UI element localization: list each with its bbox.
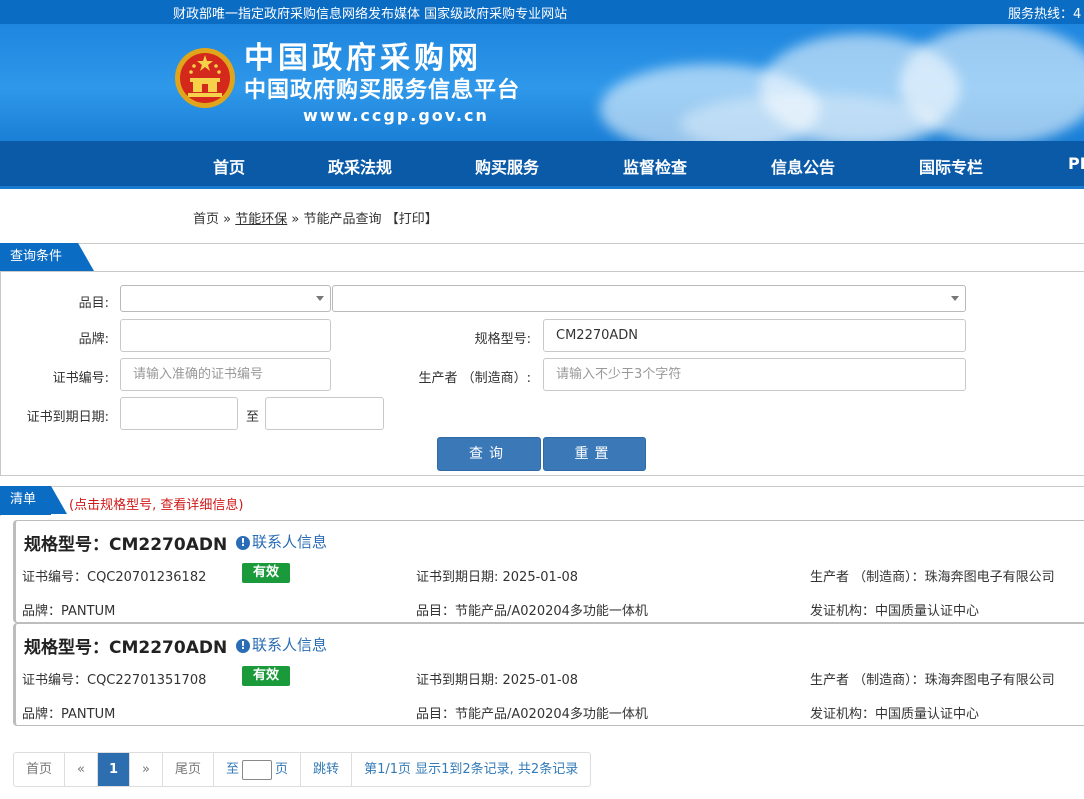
page-jump-button[interactable]: 跳转 [301, 753, 353, 786]
cert-no-label: 证书编号: [52, 371, 109, 386]
expiry-to-input[interactable] [265, 397, 384, 430]
page-goto-suffix: 页 [275, 762, 289, 777]
chevron-down-icon [316, 296, 324, 301]
nav-item-regulations[interactable]: 政采法规 [328, 154, 392, 178]
nav-item-announcements[interactable]: 信息公告 [771, 154, 835, 178]
national-emblem-icon [175, 48, 235, 108]
model-label: 规格型号: [474, 332, 531, 347]
cert-expiry: 证书到期日期: 2025-01-08 [416, 570, 579, 585]
manufacturer: 生产者 （制造商）：珠海奔图电子有限公司 [810, 570, 1055, 585]
issuer: 发证机构：中国质量认证中心 [810, 604, 980, 619]
site-subtitle: 中国政府购买服务信息平台 [244, 78, 521, 103]
page-goto-prefix: 至 [226, 762, 240, 777]
expiry-label: 证书到期日期: [26, 410, 109, 425]
page-summary: 第1/1页 显示1到2条记录, 共2条记录 [364, 762, 579, 777]
print-link[interactable]: 【打印】 [386, 212, 438, 227]
nav-item-home[interactable]: 首页 [213, 154, 245, 178]
status-badge: 有效 [242, 666, 290, 686]
pagination: 首页 « 1 » 尾页 至页 跳转 第1/1页 显示1到2条记录, 共2条记录 [13, 752, 592, 787]
expiry-from-input[interactable] [120, 397, 238, 430]
page-prev-button[interactable]: « [65, 753, 98, 786]
page-last-button[interactable]: 尾页 [163, 753, 215, 786]
maker-input[interactable]: 请输入不少于3个字符 [543, 358, 966, 391]
brand: 品牌：PANTUM [22, 707, 116, 722]
contact-info-link[interactable]: ! 联系人信息 [236, 634, 327, 655]
expiry-to-label: 至 [246, 410, 260, 425]
page-number-input[interactable] [242, 759, 273, 780]
nav-item-purchase-service[interactable]: 购买服务 [475, 154, 539, 178]
contact-info-link[interactable]: ! 联系人信息 [236, 531, 327, 552]
main-nav: 首页 政采法规 购买服务 监督检查 信息公告 国际专栏 PP [0, 141, 1084, 189]
status-badge: 有效 [242, 563, 290, 583]
contact-info-label: 联系人信息 [252, 636, 328, 654]
cert-no-input[interactable]: 请输入准确的证书编号 [120, 358, 331, 391]
query-panel: 查询条件 品目: 品牌: 规格型号: CM2270ADN 证书编号: 请输入准确… [0, 243, 1084, 476]
breadcrumb-separator: » [223, 212, 232, 227]
cert-no: 证书编号：CQC22701351708 [22, 673, 207, 688]
issuer: 发证机构：中国质量认证中心 [810, 707, 980, 722]
breadcrumb-separator: » [291, 212, 300, 227]
reset-button[interactable]: 重置 [543, 437, 646, 471]
page-first-button[interactable]: 首页 [14, 753, 66, 786]
category: 品目：节能产品/A020204多功能一体机 [416, 604, 648, 619]
brand-input[interactable] [120, 319, 331, 352]
site-banner: 中国政府采购网 中国政府购买服务信息平台 www.ccgp.gov.cn [0, 24, 1084, 141]
info-icon: ! [236, 639, 250, 653]
category-select[interactable] [120, 285, 331, 312]
category-label: 品目: [78, 296, 109, 311]
breadcrumb-energy-saving[interactable]: 节能环保 [235, 212, 287, 227]
page-current-button[interactable]: 1 [97, 753, 131, 786]
result-list-hint: (点击规格型号, 查看详细信息) [69, 498, 244, 513]
manufacturer: 生产者 （制造商）：珠海奔图电子有限公司 [810, 673, 1055, 688]
maker-label: 生产者 （制造商）: [418, 371, 531, 386]
result-list-title: 清单 [0, 486, 67, 515]
service-hotline: 服务热线：4 [1008, 7, 1082, 22]
query-panel-header: 查询条件 [0, 243, 1084, 272]
top-strip: 财政部唯一指定政府采购信息网络发布媒体 国家级政府采购专业网站 服务热线：4 [0, 0, 1084, 24]
subcategory-select[interactable] [332, 285, 966, 312]
contact-info-label: 联系人信息 [252, 533, 328, 551]
info-icon: ! [236, 536, 250, 550]
brand-label: 品牌: [78, 332, 109, 347]
model-input[interactable]: CM2270ADN [543, 319, 966, 352]
search-button[interactable]: 查询 [437, 437, 541, 471]
result-card: 规格型号：CM2270ADN ! 联系人信息 证书编号：CQC2270135170… [13, 623, 1084, 726]
chevron-down-icon [951, 296, 959, 301]
model-link[interactable]: 规格型号：CM2270ADN [24, 530, 227, 555]
site-url: www.ccgp.gov.cn [303, 106, 489, 125]
model-link[interactable]: 规格型号：CM2270ADN [24, 633, 227, 658]
cert-expiry: 证书到期日期: 2025-01-08 [416, 673, 579, 688]
category: 品目：节能产品/A020204多功能一体机 [416, 707, 648, 722]
result-list-panel: 清单 (点击规格型号, 查看详细信息) [0, 486, 1084, 516]
brand: 品牌：PANTUM [22, 604, 116, 619]
nav-item-ppp[interactable]: PP [1068, 154, 1084, 173]
breadcrumb-current: 节能产品查询 [303, 212, 382, 227]
result-card: 规格型号：CM2270ADN ! 联系人信息 证书编号：CQC2070123618… [13, 520, 1084, 623]
cert-no: 证书编号：CQC20701236182 [22, 570, 207, 585]
site-slogan: 财政部唯一指定政府采购信息网络发布媒体 国家级政府采购专业网站 [173, 7, 568, 22]
query-panel-title: 查询条件 [0, 243, 94, 271]
nav-item-international[interactable]: 国际专栏 [919, 154, 983, 178]
page-next-button[interactable]: » [130, 753, 163, 786]
site-title: 中国政府采购网 [244, 41, 482, 76]
nav-item-supervision[interactable]: 监督检查 [623, 154, 687, 178]
breadcrumb-home[interactable]: 首页 [193, 212, 219, 227]
breadcrumb: 首页 » 节能环保 » 节能产品查询 【打印】 [193, 208, 438, 227]
page-goto: 至页 [214, 753, 302, 786]
